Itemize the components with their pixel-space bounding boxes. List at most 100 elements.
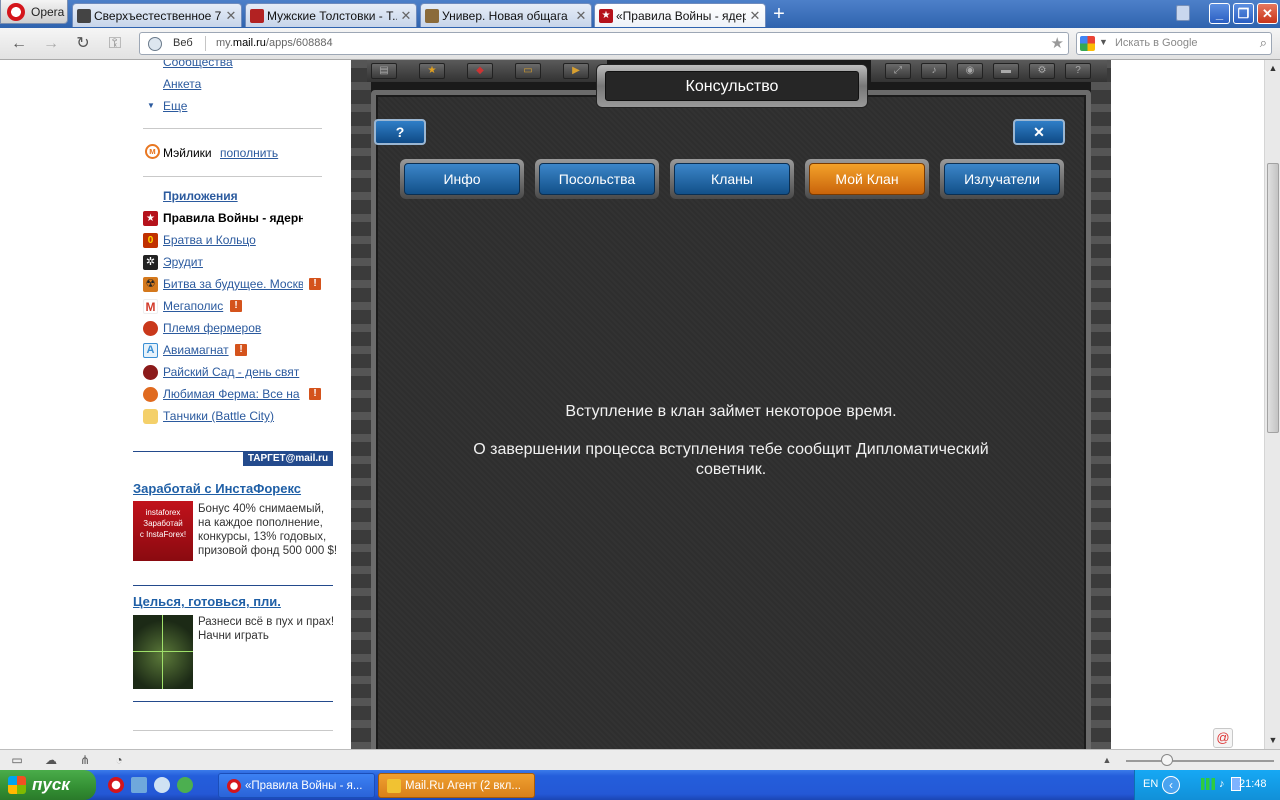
browser-tab[interactable]: Сверхъестественное 7 сезон ✕: [72, 3, 242, 27]
dialog-title: Консульство: [605, 71, 859, 101]
scroll-thumb[interactable]: [1267, 163, 1279, 433]
clock[interactable]: 21:48: [1239, 778, 1267, 790]
mail-at-icon[interactable]: @: [1213, 728, 1233, 748]
notification-badge: !: [235, 344, 247, 356]
opera-menu-button[interactable]: Opera: [0, 0, 68, 24]
app-item[interactable]: Племя фермеров: [163, 321, 303, 335]
game-frame[interactable]: ▤ ★ ◆ ▭ ▶ ⤢ ♪ ◉ ▬ ⚙ ? ? ✕ Инфо Посольств…: [351, 60, 1111, 749]
browser-tab[interactable]: Мужские Толстовки - Т... ✕: [245, 3, 417, 27]
app-item-current[interactable]: Правила Войны - ядерн: [163, 211, 303, 225]
zoom-slider-knob[interactable]: [1161, 754, 1173, 766]
medal-icon[interactable]: ◆: [467, 63, 493, 79]
forward-arrow-icon[interactable]: →: [40, 34, 62, 54]
volume-icon[interactable]: ♪: [1219, 778, 1225, 790]
app-item[interactable]: Братва и Кольцо: [163, 233, 303, 247]
google-icon[interactable]: [1080, 36, 1095, 51]
page-left-column: Сообщества Анкета ▼ Еще м Мэйлики пополн…: [0, 60, 351, 749]
sound-icon[interactable]: ♪: [921, 63, 947, 79]
target-mail-logo[interactable]: ТАРГЕТ@mail.ru: [243, 451, 333, 466]
nav-link-more[interactable]: Еще: [163, 99, 187, 113]
close-tab-icon[interactable]: ✕: [225, 8, 237, 24]
browser-tab-active[interactable]: ★ «Правила Войны - ядер... ✕: [594, 3, 766, 27]
bookmark-star-icon[interactable]: ★: [1051, 34, 1064, 52]
key-icon[interactable]: ⚿: [104, 34, 126, 54]
address-field[interactable]: Веб my.mail.ru/apps/608884 ★: [139, 32, 1069, 55]
menu-icon[interactable]: ▤: [371, 63, 397, 79]
help-icon[interactable]: ?: [1065, 63, 1091, 79]
help-button[interactable]: ?: [374, 119, 426, 145]
app-item[interactable]: Танчики (Battle City): [163, 409, 303, 423]
search-icon[interactable]: ⌕: [1260, 35, 1267, 51]
game-toolbar-right: ⤢ ♪ ◉ ▬ ⚙ ?: [871, 60, 1107, 82]
diplomat-notice-line1: О завершении процесса вступления тебе со…: [473, 441, 989, 458]
taskbar-task[interactable]: «Правила Войны - я...: [218, 773, 375, 798]
browser-status-bar: ▭ ☁ ⋔ ◔ ▲: [0, 749, 1280, 770]
zoom-menu-arrow-icon[interactable]: ▲: [1099, 753, 1115, 767]
explorer-quicklaunch-icon[interactable]: [131, 777, 147, 793]
fullscreen-icon[interactable]: ⤢: [885, 63, 911, 79]
close-window-button[interactable]: ✕: [1257, 3, 1278, 24]
start-button[interactable]: пуск: [0, 770, 96, 800]
scroll-up-arrow-icon[interactable]: ▲: [1265, 60, 1280, 76]
star-app-icon: ★: [143, 211, 158, 226]
ad-image[interactable]: instaforex Заработай с InstaForex!: [133, 501, 193, 561]
ad-image[interactable]: [133, 615, 193, 689]
media-quicklaunch-icon[interactable]: [154, 777, 170, 793]
speed-dial-icon[interactable]: ◔: [111, 753, 127, 767]
language-indicator[interactable]: EN: [1143, 778, 1158, 790]
close-tab-icon[interactable]: ✕: [575, 8, 587, 24]
opera-quicklaunch-icon[interactable]: [108, 777, 124, 793]
zoom-slider-track[interactable]: [1126, 760, 1274, 762]
star-favicon-icon: ★: [599, 8, 613, 23]
divider: [133, 701, 333, 702]
close-dialog-button[interactable]: ✕: [1013, 119, 1065, 145]
windows-taskbar: пуск «Правила Войны - я... Mail.Ru Агент…: [0, 770, 1280, 800]
mailiki-topup-link[interactable]: пополнить: [220, 146, 278, 160]
tab-emitters[interactable]: Излучатели: [940, 159, 1064, 199]
browser-tab[interactable]: Универ. Новая общага ... ✕: [420, 3, 592, 27]
scroll-down-arrow-icon[interactable]: ▼: [1265, 732, 1280, 748]
restore-window-button[interactable]: ❐: [1233, 3, 1254, 24]
app-item[interactable]: Любимая Ферма: Все на: [163, 387, 303, 401]
signal-icon[interactable]: [1201, 778, 1215, 790]
share-icon[interactable]: ⋔: [77, 753, 93, 767]
taskbar-task-active[interactable]: Mail.Ru Агент (2 вкл...: [378, 773, 535, 798]
nav-link-profile[interactable]: Анкета: [163, 77, 201, 91]
tab-info[interactable]: Инфо: [400, 159, 524, 199]
agent-quicklaunch-icon[interactable]: [177, 777, 193, 793]
scroll-icon[interactable]: ▭: [515, 63, 541, 79]
app-item[interactable]: Райский Сад - день свят: [163, 365, 303, 379]
tab-clans[interactable]: Кланы: [670, 159, 794, 199]
search-scope-label[interactable]: Веб: [173, 37, 193, 49]
back-arrow-icon[interactable]: ←: [8, 34, 30, 54]
divider: [143, 128, 322, 129]
divider: [143, 176, 322, 177]
app-item[interactable]: Авиамагнат: [163, 343, 303, 357]
ad-title-link[interactable]: Целься, готовься, пли.: [133, 594, 281, 609]
panel-toggle-icon[interactable]: ▭: [9, 753, 25, 767]
chevron-down-icon[interactable]: ▼: [1099, 37, 1108, 47]
wrench-icon[interactable]: ⚙: [1029, 63, 1055, 79]
app-item[interactable]: Эрудит: [163, 255, 303, 269]
arrow-icon[interactable]: ▶: [563, 63, 589, 79]
close-tab-icon[interactable]: ✕: [749, 8, 761, 24]
ad-title-link[interactable]: Заработай с ИнстаФорекс: [133, 481, 301, 496]
flag-icon[interactable]: ▬: [993, 63, 1019, 79]
cloud-icon[interactable]: ☁: [43, 753, 59, 767]
app-item[interactable]: Битва за будущее. Москв: [163, 277, 303, 291]
page-right-column: [1111, 60, 1264, 749]
minimize-window-button[interactable]: _: [1209, 3, 1230, 24]
star-icon[interactable]: ★: [419, 63, 445, 79]
trash-icon[interactable]: [1176, 5, 1190, 21]
eye-icon[interactable]: ◉: [957, 63, 983, 79]
nav-link-communities[interactable]: Сообщества: [163, 60, 233, 69]
chevron-left-icon[interactable]: ‹: [1162, 776, 1180, 794]
apps-header-link[interactable]: Приложения: [163, 189, 238, 203]
tab-my-clan[interactable]: Мой Клан: [805, 159, 929, 199]
tab-embassies[interactable]: Посольства: [535, 159, 659, 199]
close-tab-icon[interactable]: ✕: [400, 8, 412, 24]
reload-icon[interactable]: ↻: [72, 34, 94, 54]
search-field[interactable]: ▼ Искать в Google ⌕: [1076, 32, 1272, 55]
new-tab-button[interactable]: +: [769, 4, 789, 24]
page-scrollbar[interactable]: ▲ ▼: [1264, 60, 1280, 749]
